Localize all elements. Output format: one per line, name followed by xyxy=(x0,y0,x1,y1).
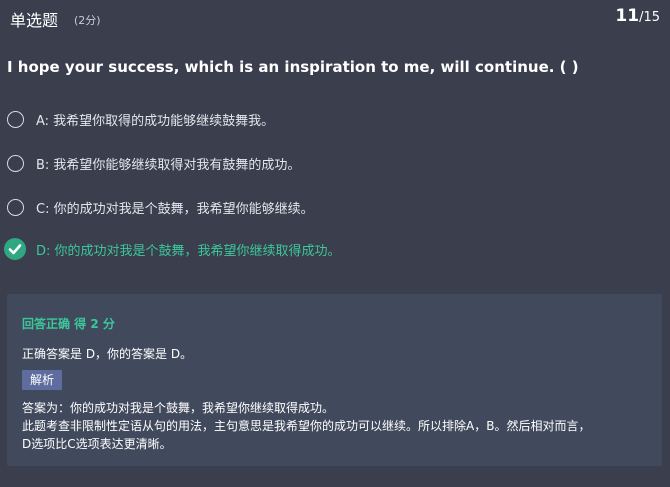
result-panel: 回答正确 得 2 分 正确答案是 D，你的答案是 D。 解析 答案为：你的成功对… xyxy=(7,294,662,466)
option-c[interactable]: C: 你的成功对我是个鼓舞，我希望你能够继续。 xyxy=(6,196,606,220)
radio-icon[interactable] xyxy=(7,199,24,216)
analysis-tag: 解析 xyxy=(22,370,63,390)
radio-icon[interactable] xyxy=(7,111,24,128)
answer-summary: 正确答案是 D，你的答案是 D。 xyxy=(22,347,193,361)
option-a-label: A: 我希望你取得的成功能够继续鼓舞我。 xyxy=(36,114,275,129)
question-header: 单选题 (2分) 11/15 xyxy=(0,0,670,36)
option-a[interactable]: A: 我希望你取得的成功能够继续鼓舞我。 xyxy=(6,108,606,132)
radio-icon[interactable] xyxy=(7,155,24,172)
question-text: I hope your success, which is an inspira… xyxy=(7,58,579,76)
option-b[interactable]: B: 我希望你能够继续取得对我有鼓舞的成功。 xyxy=(6,152,606,176)
explanation-line: D选项比C选项表达更清晰。 xyxy=(22,437,172,451)
option-c-label: C: 你的成功对我是个鼓舞，我希望你能够继续。 xyxy=(36,202,314,217)
explanation-text: 答案为：你的成功对我是个鼓舞，我希望你继续取得成功。 此题考查非限制性定语从句的… xyxy=(22,399,654,453)
question-progress: 11/15 xyxy=(615,6,660,26)
result-title: 回答正确 得 2 分 xyxy=(22,317,115,331)
option-d-label: D: 你的成功对我是个鼓舞，我希望你继续取得成功。 xyxy=(36,244,341,259)
explanation-line: 答案为：你的成功对我是个鼓舞，我希望你继续取得成功。 xyxy=(22,401,335,415)
explanation-line: 此题考查非限制性定语从句的用法，主句意思是我希望你的成功可以继续。所以排除A，B… xyxy=(22,419,591,433)
check-circle-icon[interactable] xyxy=(4,238,26,260)
total-questions: /15 xyxy=(639,10,660,25)
option-d[interactable]: D: 你的成功对我是个鼓舞，我希望你继续取得成功。 xyxy=(4,238,606,262)
question-score-label: (2分) xyxy=(74,14,101,27)
current-question-number: 11 xyxy=(615,6,640,26)
option-b-label: B: 我希望你能够继续取得对我有鼓舞的成功。 xyxy=(36,158,301,173)
question-type-label: 单选题 xyxy=(10,11,59,30)
